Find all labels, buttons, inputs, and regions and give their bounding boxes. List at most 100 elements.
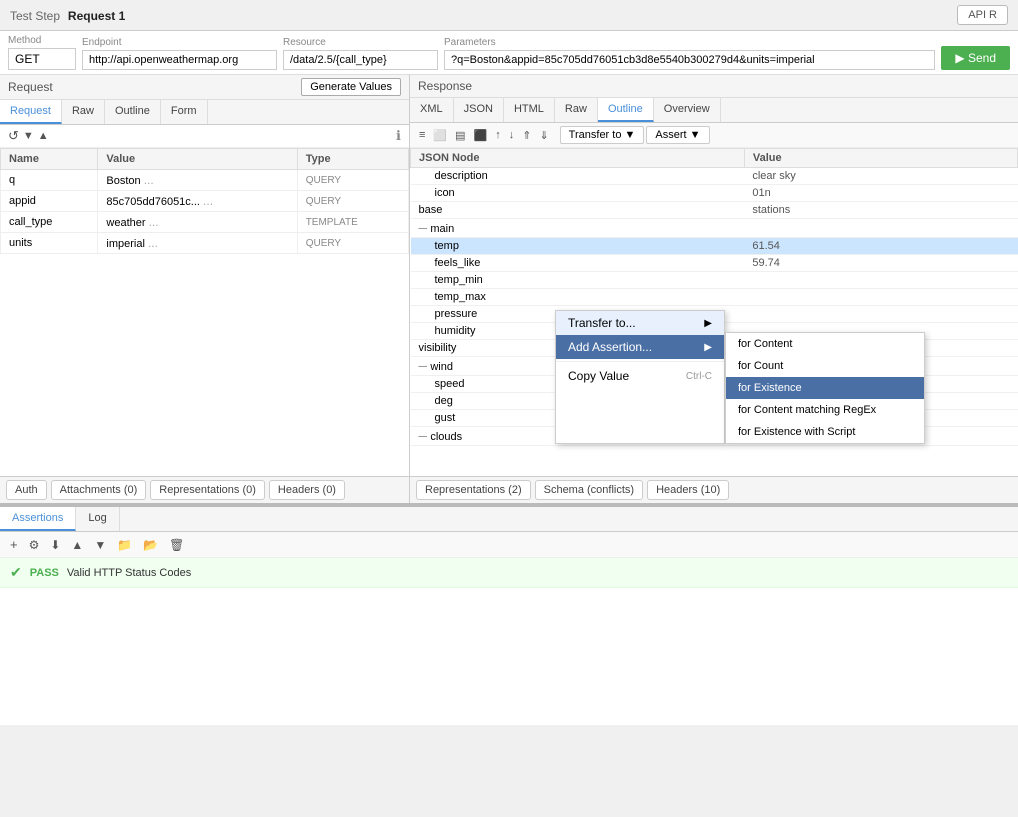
tab-request[interactable]: Request: [0, 100, 62, 124]
assert-button[interactable]: Assert ▼: [646, 126, 709, 144]
value-header: Value: [744, 149, 1017, 168]
params-table-wrapper: Name Value Type q Boston ... QUERY appid…: [0, 148, 409, 476]
json-row[interactable]: base stations: [411, 202, 1018, 219]
move-up-assert[interactable]: ▲: [67, 535, 87, 554]
params-input[interactable]: [444, 50, 935, 70]
tab-attachments[interactable]: Attachments (0): [51, 480, 147, 500]
assertion-row[interactable]: ✔ PASS Valid HTTP Status Codes: [0, 558, 1018, 588]
param-row[interactable]: call_type weather ... TEMPLATE: [1, 212, 409, 233]
align-justify-icon[interactable]: ⬛: [471, 127, 491, 144]
json-row[interactable]: description clear sky: [411, 168, 1018, 185]
tab-auth[interactable]: Auth: [6, 480, 47, 500]
json-value-cell: clear sky: [744, 168, 1017, 185]
ctx-sub-for-content-regex[interactable]: for Content matching RegEx: [726, 399, 924, 421]
param-type: QUERY: [297, 170, 408, 191]
json-node-cell: feels_like: [411, 255, 745, 272]
json-node-cell: base: [411, 202, 745, 219]
param-row[interactable]: appid 85c705dd76051c... ... QUERY: [1, 191, 409, 212]
tab-html[interactable]: HTML: [504, 98, 555, 122]
ctx-sub-for-content[interactable]: for Content: [726, 333, 924, 355]
tab-assertions[interactable]: Assertions: [0, 507, 76, 531]
resource-group: Resource: [283, 37, 438, 70]
tab-json[interactable]: JSON: [454, 98, 504, 122]
tab-raw-response[interactable]: Raw: [555, 98, 598, 122]
tab-representations-left[interactable]: Representations (0): [150, 480, 265, 500]
download-icon[interactable]: ⬇: [46, 535, 64, 554]
tab-raw[interactable]: Raw: [62, 100, 105, 124]
method-row: Method Endpoint Resource Parameters ▶ Se…: [0, 31, 1018, 75]
info-icon: ℹ: [396, 128, 401, 144]
params-group: Parameters: [444, 37, 935, 70]
page-title: Test Step Request 1: [10, 7, 125, 23]
endpoint-input[interactable]: [82, 50, 277, 70]
ctx-copy-shortcut: Ctrl-C: [686, 371, 712, 382]
align-right-icon[interactable]: ▤: [452, 127, 468, 144]
chevron-down-icon[interactable]: ▼: [23, 130, 34, 142]
param-value: 85c705dd76051c... ...: [98, 191, 297, 212]
json-row[interactable]: temp 61.54: [411, 238, 1018, 255]
param-type: QUERY: [297, 191, 408, 212]
step-label: Test Step: [10, 9, 60, 23]
generate-values-button[interactable]: Generate Values: [301, 78, 401, 96]
refresh-icon[interactable]: ↺: [8, 128, 19, 144]
json-value-cell: [744, 289, 1017, 306]
endpoint-group: Endpoint: [82, 37, 277, 70]
tab-outline-response[interactable]: Outline: [598, 98, 654, 122]
move-down-assert[interactable]: ▼: [90, 535, 110, 554]
json-value-cell: 59.74: [744, 255, 1017, 272]
json-row[interactable]: icon 01n: [411, 185, 1018, 202]
sort-asc-icon[interactable]: ↑: [492, 127, 504, 143]
add-assertion-tool[interactable]: +: [6, 535, 22, 554]
folder-open-icon[interactable]: 📂: [139, 535, 162, 554]
param-row[interactable]: q Boston ... QUERY: [1, 170, 409, 191]
sort-desc-icon[interactable]: ↓: [506, 127, 518, 143]
tab-schema[interactable]: Schema (conflicts): [535, 480, 643, 500]
tab-overview[interactable]: Overview: [654, 98, 721, 122]
endpoint-label: Endpoint: [82, 37, 277, 48]
folder-icon[interactable]: 📁: [113, 535, 136, 554]
ctx-add-assertion-arrow: ▶: [704, 342, 712, 353]
ctx-sub-for-existence-script[interactable]: for Existence with Script: [726, 421, 924, 443]
align-left-icon[interactable]: ≡: [416, 127, 428, 143]
transfer-to-button[interactable]: Transfer to ▼: [560, 126, 645, 144]
json-row[interactable]: temp_min: [411, 272, 1018, 289]
align-center-icon[interactable]: ⬜: [430, 127, 450, 144]
settings-icon[interactable]: ⚙: [25, 535, 44, 554]
param-value: weather ...: [98, 212, 297, 233]
assertion-list: ✔ PASS Valid HTTP Status Codes: [0, 558, 1018, 725]
method-input[interactable]: [8, 48, 76, 70]
tab-outline[interactable]: Outline: [105, 100, 161, 124]
ctx-transfer-label: Transfer to...: [568, 316, 636, 330]
move-down-icon[interactable]: ⇓: [536, 127, 551, 144]
api-button[interactable]: API R: [957, 5, 1008, 25]
ctx-copy-value[interactable]: Copy Value Ctrl-C: [556, 364, 724, 388]
json-value-cell: [744, 272, 1017, 289]
json-row[interactable]: ─ main: [411, 219, 1018, 238]
tab-headers-left[interactable]: Headers (0): [269, 480, 345, 500]
ctx-sub-for-existence[interactable]: for Existence: [726, 377, 924, 399]
json-row[interactable]: temp_max: [411, 289, 1018, 306]
chevron-up-icon[interactable]: ▲: [38, 130, 49, 142]
delete-icon[interactable]: 🗑: [165, 535, 188, 554]
tab-representations-right[interactable]: Representations (2): [416, 480, 531, 500]
response-toolbar: ≡ ⬜ ▤ ⬛ ↑ ↓ ⇑ ⇓ Transfer to ▼ Assert ▼: [410, 123, 1018, 148]
move-up-icon[interactable]: ⇑: [519, 127, 534, 144]
send-button[interactable]: ▶ Send: [941, 46, 1010, 70]
param-row[interactable]: units imperial ... QUERY: [1, 233, 409, 254]
left-tabs: Request Raw Outline Form: [0, 100, 409, 125]
ctx-sub-for-count[interactable]: for Count: [726, 355, 924, 377]
json-row[interactable]: feels_like 59.74: [411, 255, 1018, 272]
params-label: Parameters: [444, 37, 935, 48]
json-value-cell: [744, 219, 1017, 238]
ctx-transfer-to[interactable]: Transfer to... ▶: [556, 311, 724, 335]
tab-xml[interactable]: XML: [410, 98, 454, 122]
param-type: QUERY: [297, 233, 408, 254]
resource-input[interactable]: [283, 50, 438, 70]
ctx-add-assertion[interactable]: Add Assertion... ▶: [556, 335, 724, 359]
json-node-cell: ─ main: [411, 219, 745, 238]
assert-toolbar-bar: + ⚙ ⬇ ▲ ▼ 📁 📂 🗑: [0, 532, 1018, 558]
ctx-separator: [556, 361, 724, 362]
tab-form[interactable]: Form: [161, 100, 208, 124]
tab-headers-right[interactable]: Headers (10): [647, 480, 729, 500]
tab-log[interactable]: Log: [76, 507, 119, 531]
